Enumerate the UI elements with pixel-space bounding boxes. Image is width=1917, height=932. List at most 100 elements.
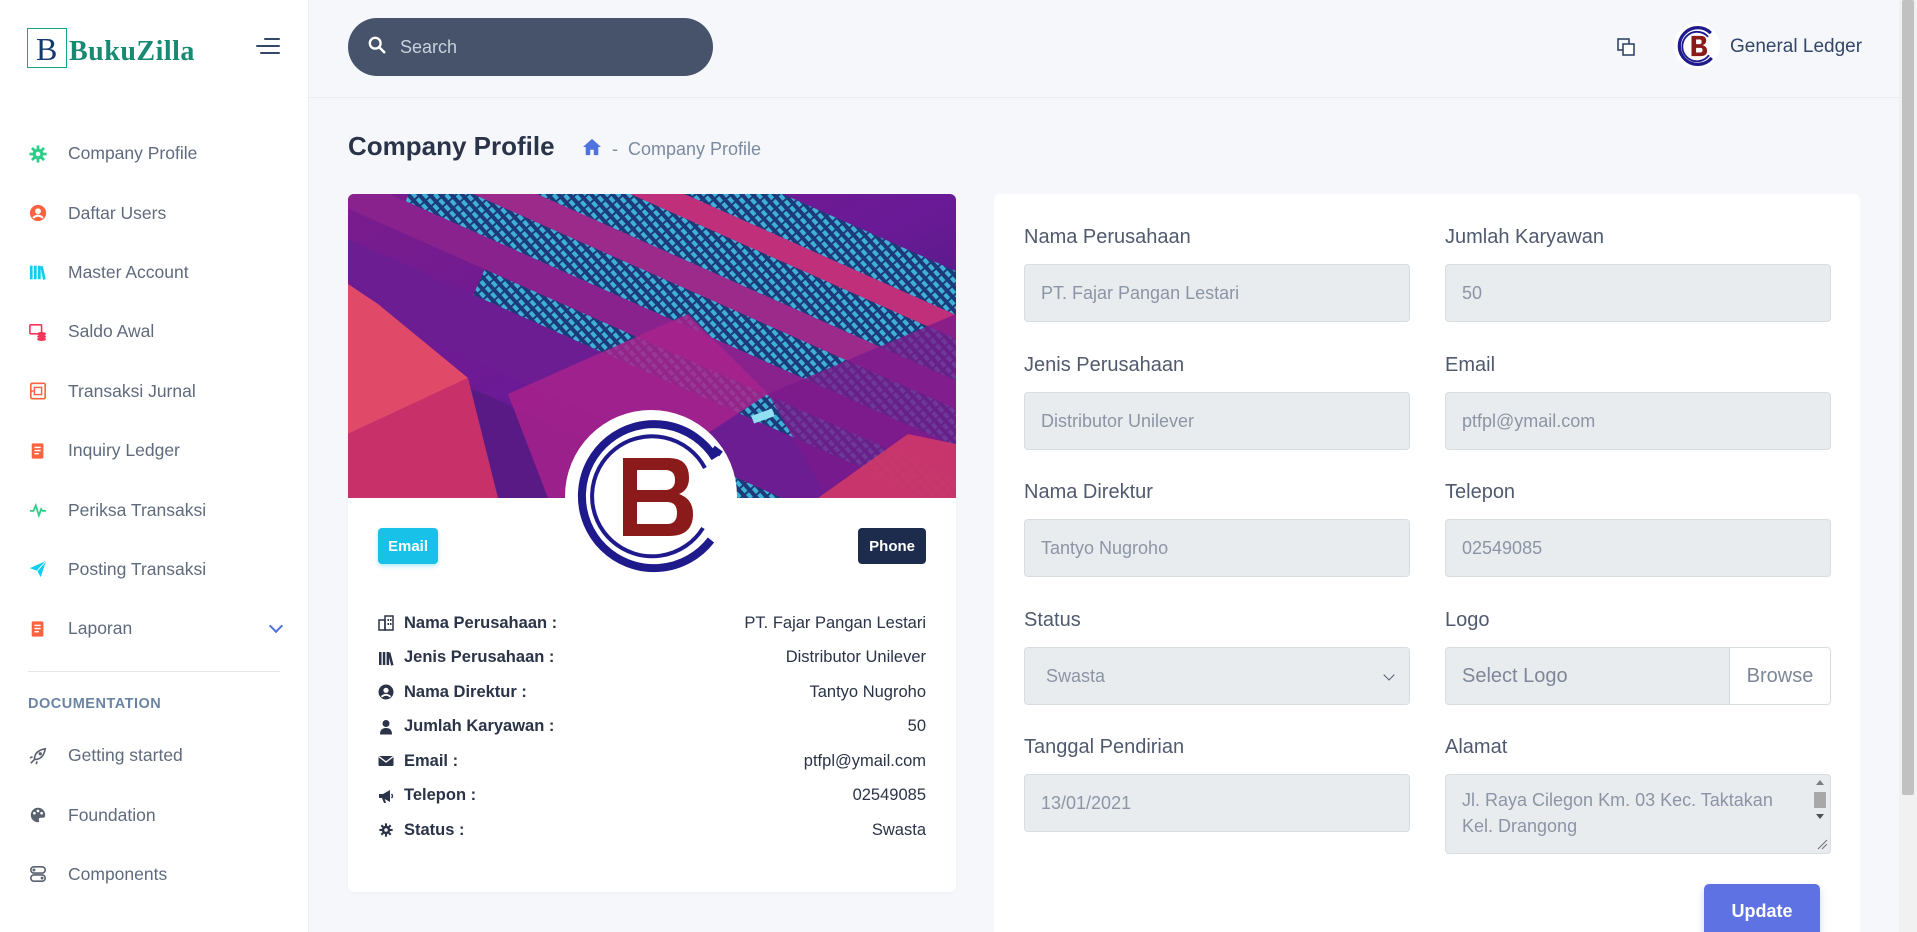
components-icon <box>28 864 48 884</box>
rocket-icon <box>28 746 48 766</box>
building-icon <box>378 615 394 631</box>
nama-perusahaan-input[interactable]: PT. Fajar Pangan Lestari <box>1024 264 1410 322</box>
field-label: Alamat <box>1445 736 1508 758</box>
books-icon <box>378 650 394 666</box>
info-label: Nama Perusahaan : <box>404 613 558 632</box>
search-bar[interactable] <box>348 18 713 76</box>
document-icon <box>28 441 48 461</box>
sidebar-item-label: Inquiry Ledger <box>68 440 180 461</box>
sidebar-item-label: Laporan <box>68 618 133 639</box>
field-label: Jumlah Karyawan <box>1445 226 1604 248</box>
sidebar-item-transaksi-jurnal[interactable]: Transaksi Jurnal <box>0 362 309 421</box>
telepon-input[interactable]: 02549085 <box>1445 519 1831 577</box>
menu-toggle-icon[interactable] <box>256 38 280 56</box>
info-row-nama-perusahaan: Nama Perusahaan : PT. Fajar Pangan Lesta… <box>378 606 926 641</box>
logo-file-input[interactable]: Select Logo Browse <box>1445 647 1831 705</box>
sidebar-item-label: Posting Transaksi <box>68 558 207 579</box>
jenis-perusahaan-input[interactable]: Distributor Unilever <box>1024 392 1410 450</box>
tanggal-pendirian-input[interactable]: 13/01/2021 <box>1024 774 1410 832</box>
info-row-status: Status : Swasta <box>378 813 926 848</box>
search-input[interactable] <box>400 36 680 58</box>
info-label: Telepon : <box>404 786 477 805</box>
envelope-icon <box>378 753 394 769</box>
logo-file-placeholder[interactable]: Select Logo <box>1446 648 1729 704</box>
search-icon <box>368 36 386 59</box>
info-label: Email : <box>404 751 459 770</box>
megaphone-icon <box>378 788 394 804</box>
sidebar-item-inquiry-ledger[interactable]: Inquiry Ledger <box>0 421 309 480</box>
coins-icon <box>28 322 48 342</box>
field-label: Logo <box>1445 609 1490 631</box>
receipt-icon <box>28 381 48 401</box>
info-row-email: Email : ptfpl@ymail.com <box>378 744 926 779</box>
chevron-down-icon[interactable] <box>268 619 284 634</box>
avatar[interactable] <box>1674 23 1720 69</box>
sidebar-item-foundation[interactable]: Foundation <box>0 785 309 844</box>
status-select[interactable]: Swasta <box>1024 647 1410 705</box>
sidebar: B BukuZilla Company Profile Daftar Users… <box>0 0 309 932</box>
email-input[interactable]: ptfpl@ymail.com <box>1445 392 1831 450</box>
field-jumlah-karyawan: Jumlah Karyawan 50 <box>1445 226 1831 322</box>
jumlah-karyawan-input[interactable]: 50 <box>1445 264 1831 322</box>
info-value: Swasta <box>871 820 926 839</box>
info-row-telepon: Telepon : 02549085 <box>378 779 926 814</box>
palette-icon <box>28 805 48 825</box>
user-name[interactable]: General Ledger <box>1730 36 1862 58</box>
sidebar-item-label: Getting started <box>68 745 183 766</box>
info-value: Distributor Unilever <box>785 648 926 667</box>
info-label: Status : <box>404 820 465 839</box>
info-row-nama-direktur: Nama Direktur : Tantyo Nugroho <box>378 675 926 710</box>
company-form-card: Nama Perusahaan PT. Fajar Pangan Lestari… <box>994 194 1860 932</box>
page-scrollbar[interactable] <box>1899 0 1917 932</box>
alamat-textarea[interactable]: Jl. Raya Cilegon Km. 03 Kec. Taktakan Ke… <box>1445 774 1831 854</box>
sidebar-item-saldo-awal[interactable]: Saldo Awal <box>0 302 309 361</box>
sidebar-item-company-profile[interactable]: Company Profile <box>0 124 309 183</box>
page-title: Company Profile <box>348 131 555 161</box>
status-selected-value: Swasta <box>1046 665 1106 686</box>
breadcrumb: - Company Profile <box>582 138 761 161</box>
field-email: Email ptfpl@ymail.com <box>1445 354 1831 450</box>
info-value: PT. Fajar Pangan Lestari <box>744 613 926 632</box>
email-button[interactable]: Email <box>378 528 439 564</box>
gear-icon <box>378 822 394 838</box>
profile-card: Email Phone Nama Perusahaan : PT. Fajar … <box>348 194 956 892</box>
info-value: 02549085 <box>852 786 926 805</box>
scrollbar-thumb[interactable] <box>1902 0 1914 795</box>
send-icon <box>28 559 48 579</box>
sidebar-item-master-account[interactable]: Master Account <box>0 243 309 302</box>
sidebar-item-label: Components <box>68 863 168 884</box>
field-label: Nama Direktur <box>1024 481 1153 503</box>
sidebar-item-label: Saldo Awal <box>68 321 155 342</box>
info-label: Nama Direktur : <box>404 682 527 701</box>
phone-button[interactable]: Phone <box>858 528 926 564</box>
copy-icon[interactable] <box>1616 37 1636 57</box>
sidebar-item-laporan[interactable]: Laporan <box>0 599 309 658</box>
brand-logo[interactable]: B BukuZilla <box>27 28 195 68</box>
field-label: Email <box>1445 354 1496 376</box>
update-button[interactable]: Update <box>1704 884 1820 932</box>
info-label: Jumlah Karyawan : <box>404 717 555 736</box>
nama-direktur-input[interactable]: Tantyo Nugroho <box>1024 519 1410 577</box>
documentation-nav: Getting started Foundation Components <box>0 726 309 904</box>
sidebar-item-periksa-transaksi[interactable]: Periksa Transaksi <box>0 480 309 539</box>
sidebar-item-posting-transaksi[interactable]: Posting Transaksi <box>0 540 309 599</box>
field-nama-perusahaan: Nama Perusahaan PT. Fajar Pangan Lestari <box>1024 226 1410 322</box>
sidebar-item-getting-started[interactable]: Getting started <box>0 726 309 785</box>
books-icon <box>28 262 48 282</box>
field-label: Nama Perusahaan <box>1024 226 1191 248</box>
sidebar-item-components[interactable]: Components <box>0 845 309 904</box>
report-icon <box>28 619 48 639</box>
gear-icon <box>28 144 48 164</box>
browse-button[interactable]: Browse <box>1729 648 1830 704</box>
info-row-jumlah-karyawan: Jumlah Karyawan : 50 <box>378 710 926 745</box>
textarea-scrollbar[interactable] <box>1812 777 1828 851</box>
brand-mark: B <box>27 28 67 68</box>
breadcrumb-current: Company Profile <box>628 139 762 159</box>
sidebar-item-label: Daftar Users <box>68 202 167 223</box>
info-label: Jenis Perusahaan : <box>404 648 555 667</box>
breadcrumb-separator: - <box>612 139 618 159</box>
brand-name: BukuZilla <box>69 36 195 67</box>
sidebar-item-daftar-users[interactable]: Daftar Users <box>0 183 309 242</box>
field-label: Jenis Perusahaan <box>1024 354 1185 376</box>
home-icon[interactable] <box>582 138 602 161</box>
